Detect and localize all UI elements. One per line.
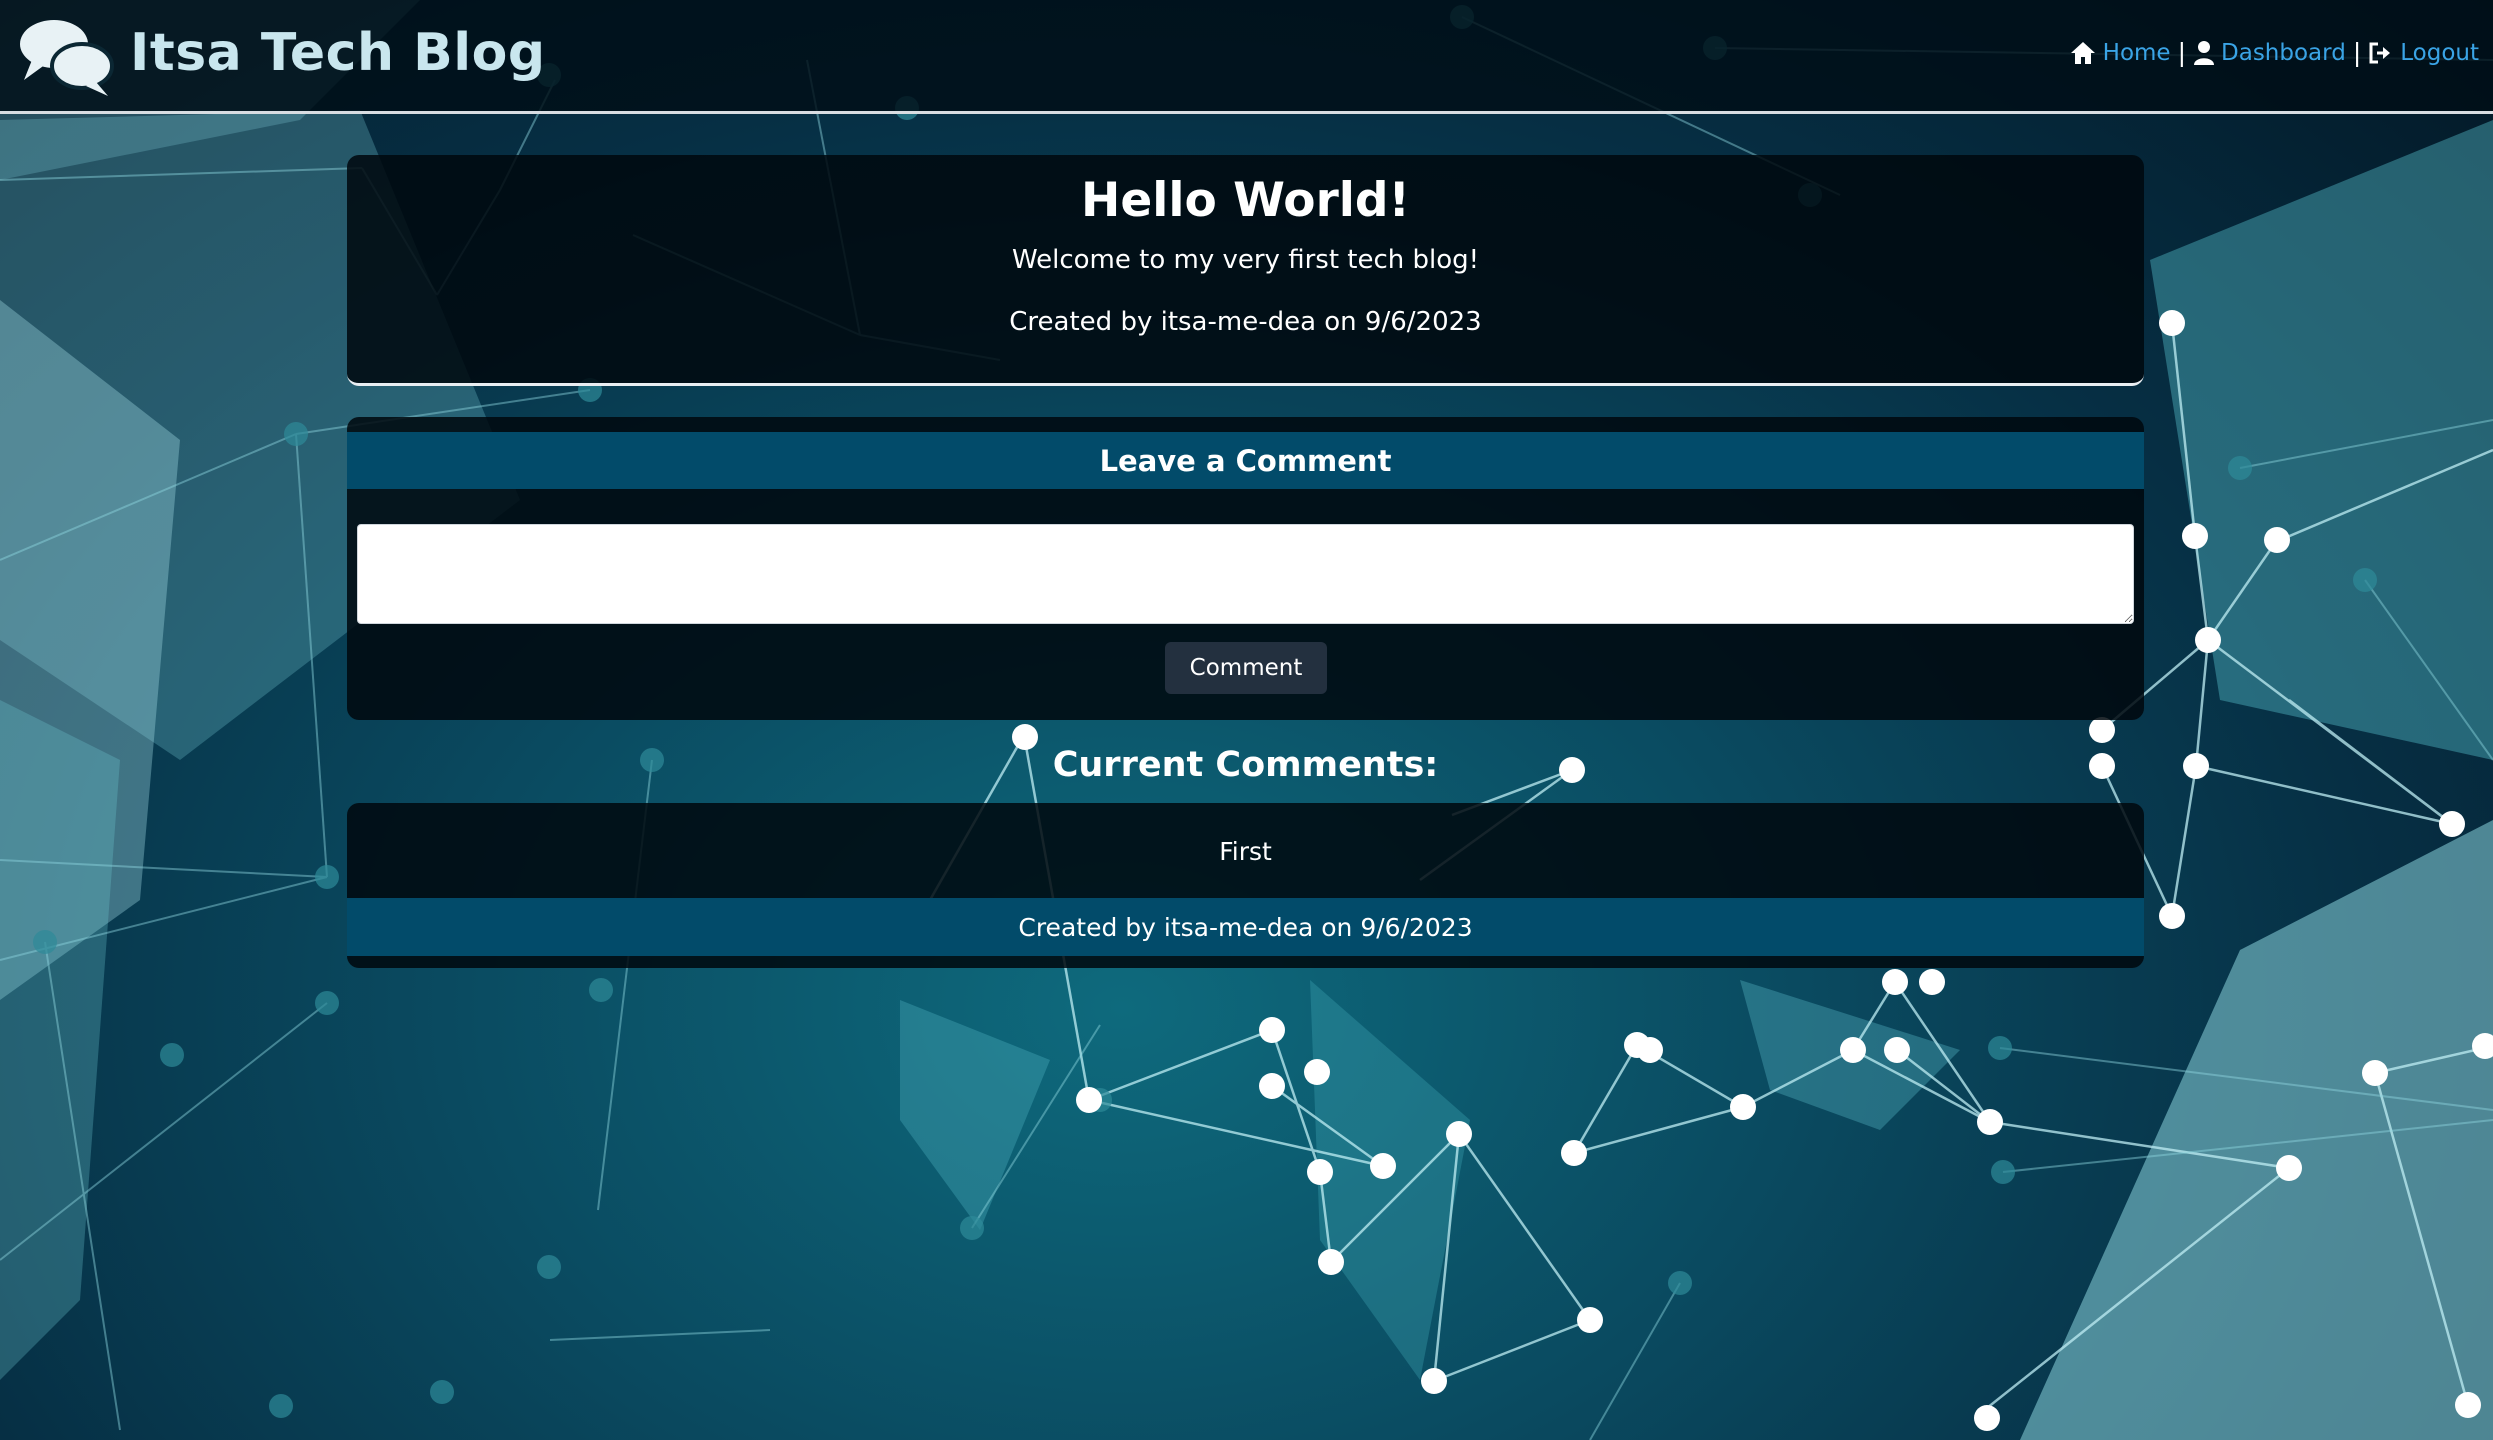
nav-logout-label: Logout [2400,39,2479,66]
nav-links: Home | Dashboard | Logout [2069,38,2479,67]
chat-bubbles-icon [20,20,114,96]
brand-title: Itsa Tech Blog [130,23,546,83]
comment-form: Leave a Comment Comment [347,417,2144,720]
nav-dashboard-link[interactable]: Dashboard [2193,40,2346,66]
nav-separator: | [2177,38,2187,67]
comment-form-header: Leave a Comment [347,432,2144,489]
post-card: Hello World! Welcome to my very first te… [347,155,2144,386]
top-navbar: Itsa Tech Blog Home | Dashboard | Logout [0,0,2493,114]
comment-submit-button[interactable]: Comment [1165,642,1327,694]
post-meta: Created by itsa-me-dea on 9/6/2023 [1009,307,1482,337]
nav-home-label: Home [2102,39,2171,66]
user-icon [2194,40,2215,65]
current-comments-title: Current Comments: [1052,745,1439,785]
brand[interactable]: Itsa Tech Blog [10,8,546,98]
comment-meta: Created by itsa-me-dea on 9/6/2023 [347,898,2144,956]
nav-logout-link[interactable]: Logout [2368,40,2479,66]
nav-dashboard-label: Dashboard [2221,39,2346,66]
comment-item: First Created by itsa-me-dea on 9/6/2023 [347,803,2144,968]
logout-icon [2369,42,2391,63]
post-title: Hello World! [1081,173,1410,228]
nav-separator: | [2352,38,2362,67]
home-icon [2070,41,2095,64]
comment-textarea[interactable] [357,524,2134,624]
nav-home-link[interactable]: Home [2069,40,2171,66]
comment-text: First [1219,837,1272,866]
post-body: Welcome to my very first tech blog! [1011,245,1480,275]
